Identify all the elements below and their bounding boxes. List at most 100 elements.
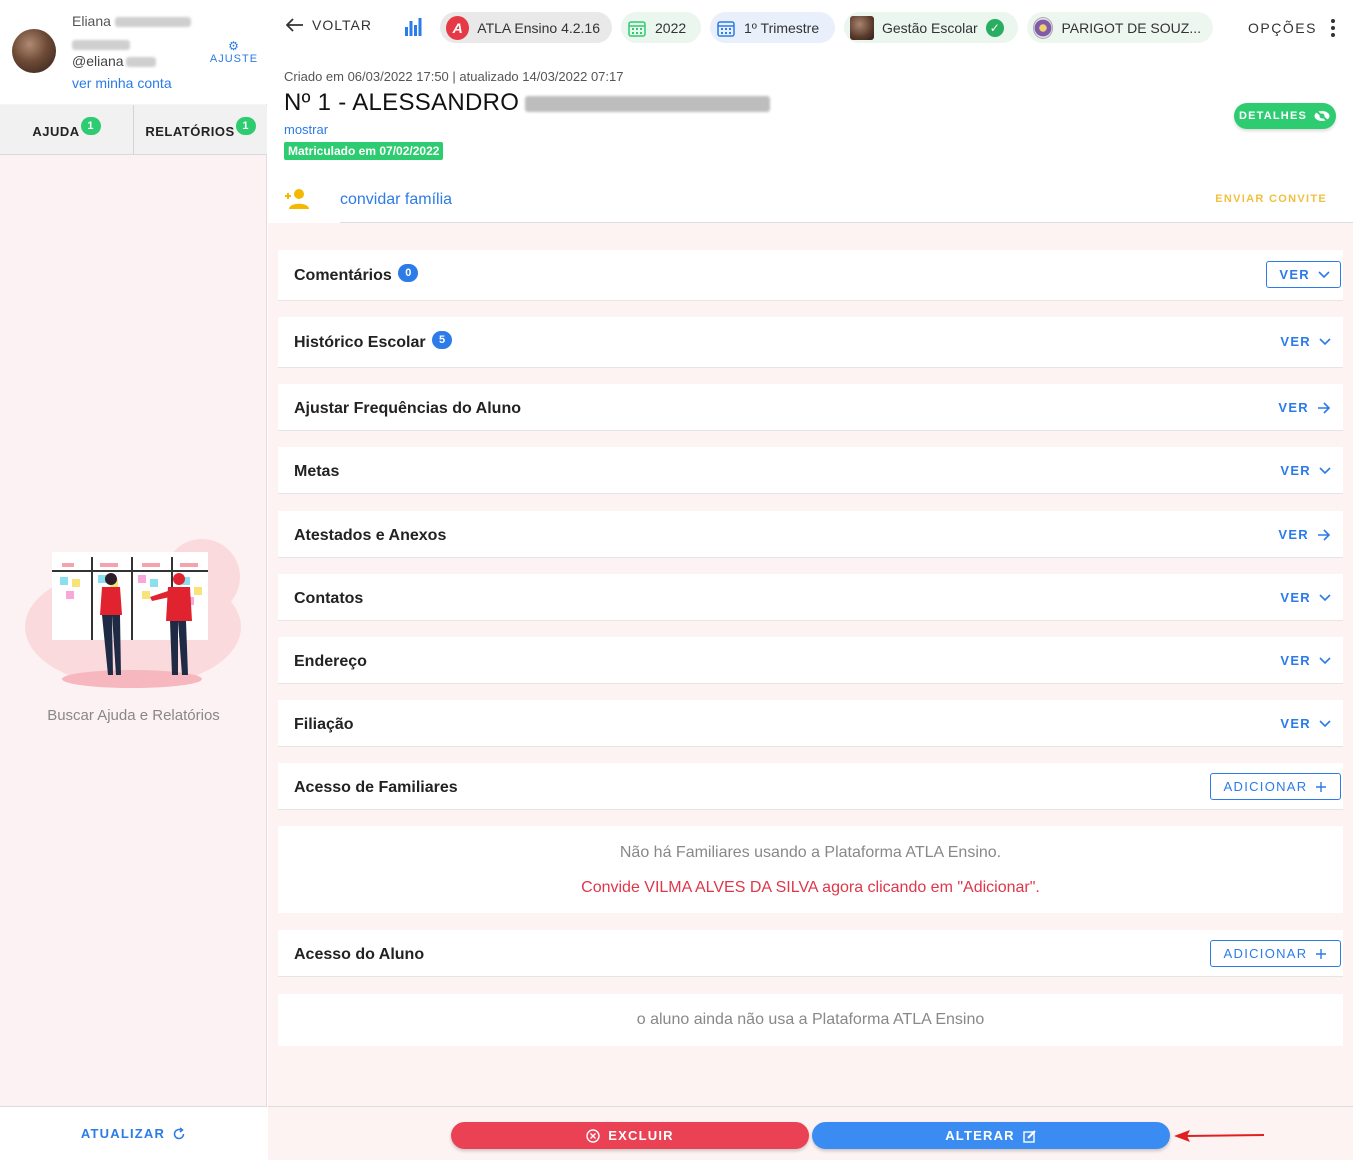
view-attendance-button[interactable]: VER: [1278, 400, 1331, 415]
gear-icon: ⚙: [228, 39, 240, 53]
calendar-icon: [717, 20, 735, 37]
system-label: Gestão Escolar: [882, 19, 978, 36]
bar-chart-icon[interactable]: [404, 17, 422, 37]
sidebar: Eliana @eliana ver minha conta ⚙ AJUSTE …: [0, 0, 267, 1160]
school-chip[interactable]: PARIGOT DE SOUZ...: [1027, 12, 1213, 43]
update-button[interactable]: ATUALIZAR: [81, 1126, 186, 1141]
view-certificates-button[interactable]: VER: [1278, 527, 1331, 542]
sidebar-footer: ATUALIZAR: [0, 1106, 267, 1160]
chevron-down-icon: [1319, 593, 1331, 601]
section-comments: Comentários 0 VER: [278, 250, 1343, 301]
send-invite-button[interactable]: ENVIAR CONVITE: [1215, 193, 1327, 205]
section-title: Comentários: [294, 267, 392, 284]
enrollment-badge: Matriculado em 07/02/2022: [284, 142, 444, 160]
add-student-access-button[interactable]: ADICIONAR: [1210, 940, 1341, 967]
adjust-button[interactable]: ⚙ AJUSTE: [207, 40, 261, 65]
plus-icon: [1316, 781, 1327, 792]
year-label: 2022: [655, 19, 687, 36]
section-address: Endereço VER: [278, 637, 1343, 684]
delete-label: EXCLUIR: [608, 1128, 674, 1143]
section-title: Ajustar Frequências do Aluno: [294, 400, 521, 417]
top-bar: VOLTAR A ATLA Ensino 4.2.16 2022 1º Trim…: [268, 0, 1353, 55]
action-bar: EXCLUIR ALTERAR: [268, 1106, 1353, 1160]
arrow-right-icon: [1318, 528, 1331, 541]
user-handle: @eliana: [72, 53, 124, 69]
tab-reports[interactable]: RELATÓRIOS 1: [133, 105, 267, 154]
system-chip[interactable]: Gestão Escolar ✓: [844, 12, 1018, 43]
school-label: PARIGOT DE SOUZ...: [1061, 19, 1201, 36]
chevron-down-icon: [1318, 270, 1330, 278]
view-label: VER: [1279, 267, 1310, 282]
student-title: Nº 1 - ALESSANDRO: [284, 89, 520, 116]
refresh-icon: [173, 1126, 185, 1139]
invite-family-row: convidar família ENVIAR CONVITE: [268, 177, 1353, 223]
sidebar-tabs: AJUDA 1 RELATÓRIOS 1: [0, 105, 267, 155]
adjust-label: AJUSTE: [209, 53, 259, 65]
student-access-empty-text: o aluno ainda não usa a Plataforma ATLA …: [636, 1011, 985, 1028]
term-chip[interactable]: 1º Trimestre: [710, 12, 835, 43]
section-school-history: Histórico Escolar 5 VER: [278, 317, 1343, 368]
user-name: Eliana: [72, 13, 111, 29]
section-title: Atestados e Anexos: [294, 527, 447, 544]
section-family-access: Acesso de Familiares ADICIONAR: [278, 763, 1343, 810]
view-label: VER: [1280, 463, 1311, 478]
options-label: OPÇÕES: [1248, 20, 1317, 36]
arrow-left-icon: [286, 18, 303, 32]
tab-reports-badge: 1: [235, 116, 256, 135]
edit-label: ALTERAR: [945, 1128, 1015, 1143]
delete-button[interactable]: EXCLUIR: [451, 1122, 809, 1149]
tab-help-label: AJUDA: [32, 124, 80, 139]
add-family-access-button[interactable]: ADICIONAR: [1210, 773, 1341, 800]
view-address-button[interactable]: VER: [1280, 653, 1331, 668]
tab-help-badge: 1: [80, 116, 101, 135]
app-version-chip[interactable]: A ATLA Ensino 4.2.16: [440, 12, 612, 43]
update-label: ATUALIZAR: [80, 1126, 166, 1141]
view-label: VER: [1280, 590, 1311, 605]
section-student-access: Acesso do Aluno ADICIONAR: [278, 930, 1343, 977]
view-label: VER: [1280, 653, 1311, 668]
view-label: VER: [1280, 716, 1311, 731]
section-contacts: Contatos VER: [278, 574, 1343, 621]
invite-family-link[interactable]: convidar família: [340, 191, 452, 209]
section-title: Histórico Escolar: [294, 334, 426, 351]
details-button[interactable]: DETALHES: [1234, 103, 1336, 129]
count-badge: 5: [432, 331, 453, 349]
atla-logo-icon: A: [446, 15, 470, 40]
redacted-info: [72, 39, 130, 50]
user-profile: Eliana @eliana ver minha conta ⚙ AJUSTE: [0, 0, 267, 104]
options-menu-button[interactable]: OPÇÕES: [1248, 19, 1335, 37]
section-title: Acesso do Aluno: [294, 946, 425, 963]
section-title: Contatos: [294, 590, 364, 607]
view-parentage-button[interactable]: VER: [1280, 716, 1331, 731]
year-chip[interactable]: 2022: [621, 12, 701, 43]
count-badge: 0: [398, 264, 419, 282]
section-certificates: Atestados e Anexos VER: [278, 511, 1343, 558]
plus-icon: [1316, 948, 1327, 959]
arrow-right-icon: [1318, 401, 1331, 414]
chevron-down-icon: [1319, 719, 1331, 727]
avatar[interactable]: [12, 29, 56, 73]
add-label: ADICIONAR: [1223, 946, 1308, 961]
details-label: DETALHES: [1238, 110, 1308, 122]
show-link[interactable]: mostrar: [284, 122, 328, 137]
view-school-history-button[interactable]: VER: [1280, 334, 1331, 349]
view-label: VER: [1278, 527, 1309, 542]
view-comments-button[interactable]: VER: [1266, 261, 1341, 288]
family-access-empty-text: Não há Familiares usando a Plataforma AT…: [619, 844, 1002, 861]
tab-help[interactable]: AJUDA 1: [0, 105, 133, 154]
view-label: VER: [1278, 400, 1309, 415]
family-access-info: Não há Familiares usando a Plataforma AT…: [278, 826, 1343, 913]
view-contacts-button[interactable]: VER: [1280, 590, 1331, 605]
redacted-surname: [114, 17, 191, 28]
chevron-down-icon: [1319, 656, 1331, 664]
more-vertical-icon: [1330, 19, 1335, 37]
app-version-label: ATLA Ensino 4.2.16: [477, 19, 600, 36]
edit-button[interactable]: ALTERAR: [812, 1122, 1170, 1149]
section-parentage: Filiação VER: [278, 700, 1343, 747]
family-access-invite-text: Convide VILMA ALVES DA SILVA agora clica…: [581, 879, 1040, 896]
section-title: Endereço: [294, 653, 367, 670]
view-goals-button[interactable]: VER: [1280, 463, 1331, 478]
back-button[interactable]: VOLTAR: [286, 17, 372, 33]
my-account-link[interactable]: ver minha conta: [72, 75, 172, 91]
section-title: Acesso de Familiares: [294, 779, 458, 796]
